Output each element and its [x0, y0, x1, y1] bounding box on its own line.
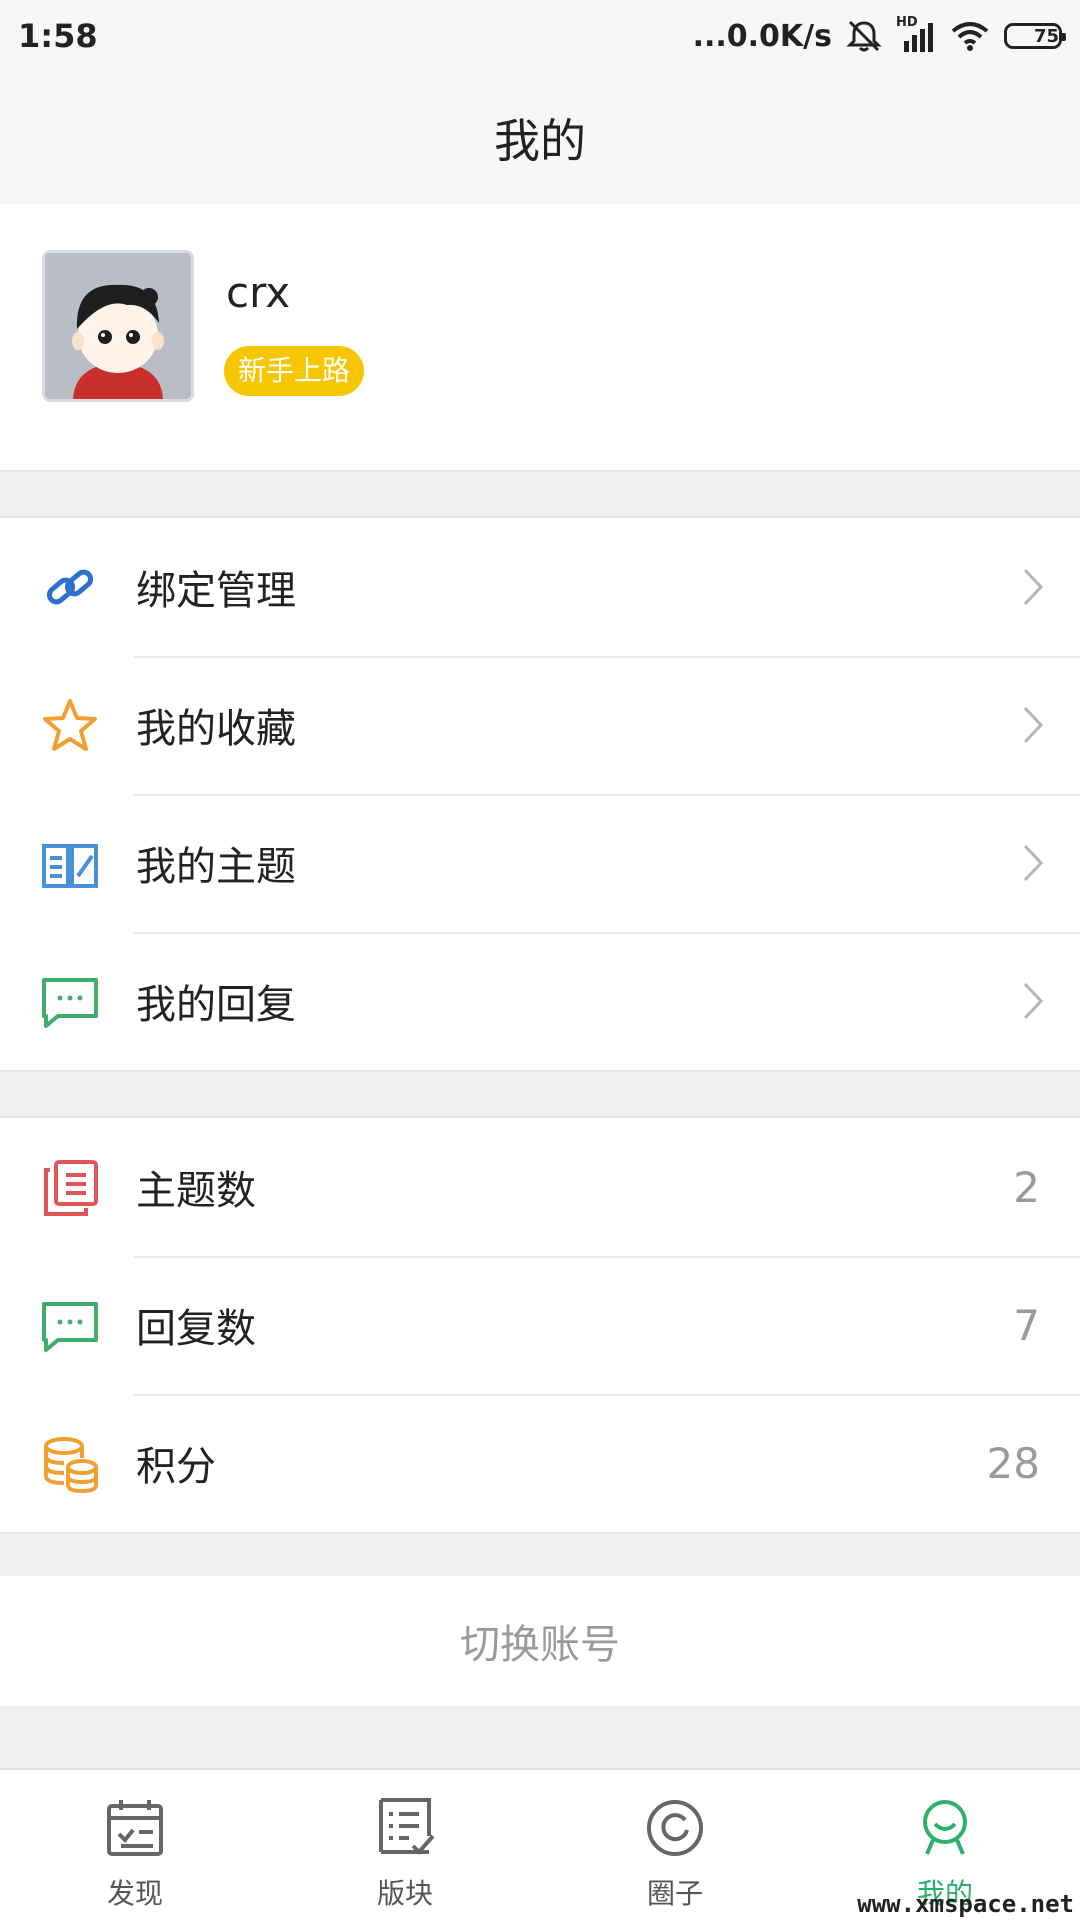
wifi-icon: [951, 22, 989, 51]
chevron-right-icon: [1023, 844, 1044, 882]
calendar-icon: [107, 1800, 163, 1856]
stats-list: 主题数 2 回复数 7 积分 28: [0, 1116, 1080, 1534]
menu-item-label: 我的回复: [136, 982, 296, 1028]
menu-item-label: 绑定管理: [136, 568, 296, 614]
menu-item-binding[interactable]: 绑定管理: [0, 518, 1080, 656]
signal-icon: HD: [896, 15, 936, 53]
stat-value: 28: [986, 1438, 1040, 1488]
page-title: 我的: [494, 114, 586, 168]
stat-label: 回复数: [136, 1306, 256, 1352]
status-bar: 1:58 ...0.0K/s HD 75: [0, 0, 1080, 72]
menu-item-favorites[interactable]: 我的收藏: [0, 656, 1080, 794]
silent-mode-icon: [846, 20, 882, 52]
menu-item-label: 我的主题: [136, 844, 296, 890]
network-speed: ...0.0K/s: [692, 18, 832, 54]
list-icon: [379, 1798, 435, 1855]
stat-row-topics: 主题数 2: [0, 1118, 1080, 1256]
link-icon: [46, 569, 94, 605]
avatar[interactable]: [42, 250, 194, 402]
status-time: 1:58: [18, 17, 98, 55]
star-icon: [43, 699, 97, 751]
switch-account-button[interactable]: 切换账号: [0, 1576, 1080, 1706]
tab-label: 发现: [106, 1877, 163, 1910]
top-nav-bar: 我的: [0, 72, 1080, 204]
book-icon: [42, 844, 98, 888]
person-icon: [923, 1800, 967, 1855]
chevron-right-icon: [1023, 982, 1044, 1020]
circle-icon: [647, 1800, 703, 1856]
level-badge: 新手上路: [224, 346, 365, 396]
menu-item-label: 我的收藏: [136, 706, 296, 752]
battery-icon: 75: [1004, 23, 1066, 49]
stat-value: 2: [1013, 1162, 1040, 1212]
stat-row-replies: 回复数 7: [0, 1256, 1080, 1394]
username: crx: [226, 268, 291, 317]
coins-icon: [44, 1437, 98, 1494]
stat-label: 积分: [136, 1444, 216, 1490]
switch-account-label: 切换账号: [460, 1622, 620, 1668]
topics-icon: [44, 1160, 98, 1216]
menu-list: 绑定管理 我的收藏 我的主题 我的回复: [0, 516, 1080, 1072]
chevron-right-icon: [1023, 706, 1044, 744]
chat-icon: [42, 978, 98, 1028]
chevron-right-icon: [1023, 568, 1044, 606]
menu-item-topics[interactable]: 我的主题: [0, 794, 1080, 932]
stat-row-points: 积分 28: [0, 1394, 1080, 1532]
tab-label: 圈子: [646, 1877, 703, 1910]
chat-icon: [42, 1302, 98, 1352]
tab-label: 版块: [376, 1877, 433, 1910]
battery-level: 75: [1033, 25, 1059, 47]
tab-discover[interactable]: 发现: [0, 1770, 270, 1920]
stat-value: 7: [1013, 1300, 1040, 1350]
watermark-text: www.xmspace.net: [857, 1890, 1074, 1918]
tab-circles[interactable]: 圈子: [540, 1770, 810, 1920]
stat-label: 主题数: [136, 1168, 256, 1214]
status-icons: ...0.0K/s HD 75: [692, 15, 1066, 54]
profile-card[interactable]: crx 新手上路: [0, 204, 1080, 472]
menu-item-replies[interactable]: 我的回复: [0, 932, 1080, 1070]
tab-forums[interactable]: 版块: [270, 1770, 540, 1920]
